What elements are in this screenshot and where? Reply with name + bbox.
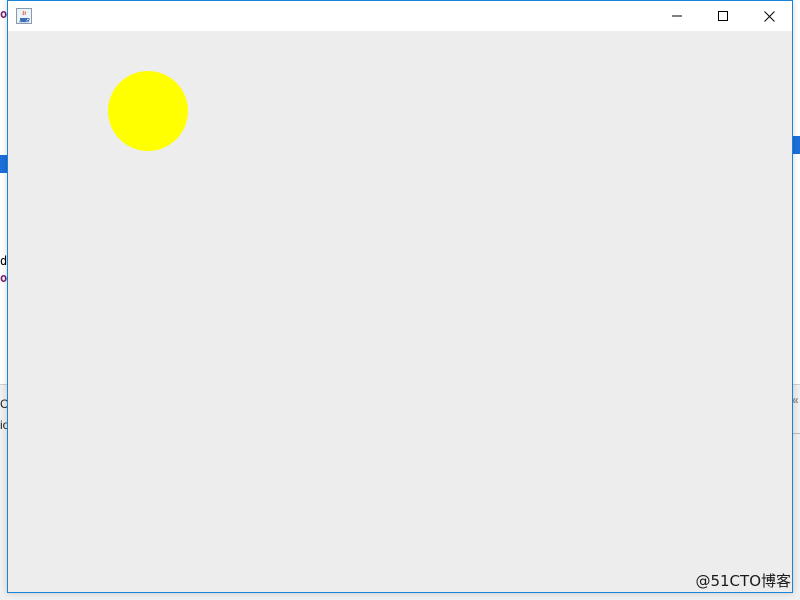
panel-collapse-icon[interactable]: «	[792, 393, 800, 407]
panel-divider	[792, 433, 800, 434]
watermark-text: @51CTO博客	[695, 572, 791, 590]
editor-scroll-highlight	[792, 136, 800, 154]
close-button[interactable]	[746, 1, 792, 31]
minimize-button[interactable]	[654, 1, 700, 31]
java-coffee-cup-icon[interactable]	[16, 8, 32, 24]
title-bar[interactable]	[8, 1, 792, 31]
maximize-icon	[718, 11, 728, 21]
close-icon	[763, 10, 775, 22]
yellow-circle	[108, 71, 188, 151]
drawing-canvas[interactable]	[8, 31, 792, 592]
desktop: oi dy oi C io «	[0, 0, 800, 600]
minimize-icon	[672, 15, 682, 17]
maximize-button[interactable]	[700, 1, 746, 31]
app-window	[7, 0, 793, 593]
